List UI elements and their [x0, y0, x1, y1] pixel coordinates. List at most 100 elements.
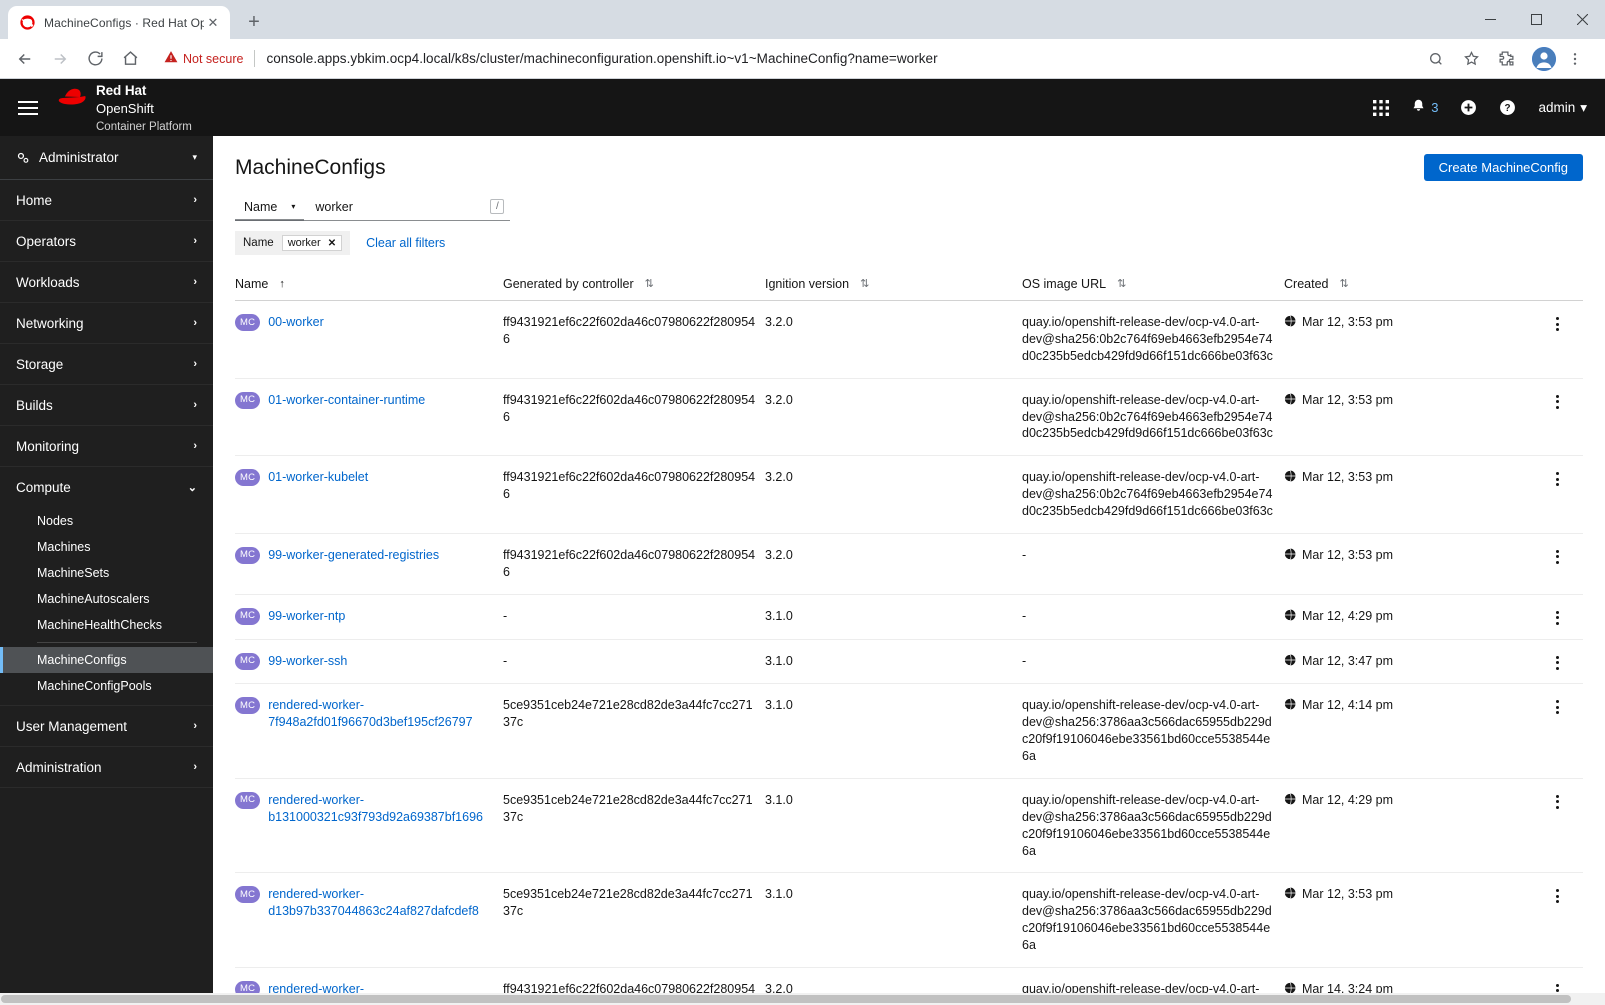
row-kebab-menu-icon[interactable] — [1539, 697, 1575, 715]
new-tab-button[interactable]: + — [240, 8, 268, 36]
sidebar-item-machinesets[interactable]: MachineSets — [0, 560, 213, 586]
sort-icon: ⇅ — [1117, 277, 1127, 290]
sidebar-item-label: Operators — [16, 233, 77, 249]
close-icon[interactable]: ✕ — [328, 238, 336, 249]
row-kebab-menu-icon[interactable] — [1539, 392, 1575, 409]
column-header-generated-by-controller[interactable]: Generated by controller ⇅ — [503, 269, 765, 301]
column-header-os-image-url[interactable]: OS image URL ⇅ — [1022, 269, 1284, 301]
page-body: Administrator ▾ Home › Operators › Workl… — [0, 136, 1605, 993]
maximize-window-button[interactable] — [1513, 3, 1559, 37]
sidebar-item-label: Networking — [16, 315, 84, 331]
globe-icon — [1284, 887, 1296, 904]
back-arrow-icon[interactable] — [10, 44, 40, 74]
search-input-wrapper[interactable]: / — [304, 193, 511, 221]
cell-os-image-url: - — [1022, 533, 1284, 595]
sidebar-item-machines[interactable]: Machines — [0, 534, 213, 560]
plus-circle-icon[interactable] — [1460, 99, 1477, 116]
sidebar-item-builds[interactable]: Builds › — [0, 385, 213, 426]
address-bar[interactable]: Not secure console.apps.ybkim.ocp4.local… — [156, 44, 1417, 73]
column-header-ignition-version[interactable]: Ignition version ⇅ — [765, 269, 1022, 301]
question-circle-icon[interactable]: ? — [1499, 99, 1516, 116]
cell-os-image-url: quay.io/openshift-release-dev/ocp-v4.0-a… — [1022, 778, 1284, 874]
machineconfig-link[interactable]: rendered-worker-b131000321c93f793d92a693… — [268, 792, 495, 826]
not-secure-indicator[interactable]: Not secure — [156, 50, 243, 67]
nav-toggle-button[interactable] — [0, 100, 56, 115]
machineconfig-link[interactable]: 01-worker-container-runtime — [268, 392, 425, 409]
sidebar-item-storage[interactable]: Storage › — [0, 344, 213, 385]
globe-icon — [1284, 793, 1296, 810]
filter-attribute-select[interactable]: Name ▾ — [235, 193, 305, 221]
row-kebab-menu-icon[interactable] — [1539, 547, 1575, 564]
sidebar-item-user-management[interactable]: User Management › — [0, 706, 213, 747]
sidebar-item-operators[interactable]: Operators › — [0, 221, 213, 262]
row-kebab-menu-icon[interactable] — [1539, 792, 1575, 809]
row-kebab-menu-icon[interactable] — [1539, 314, 1575, 331]
extensions-puzzle-icon[interactable] — [1491, 44, 1521, 74]
sidebar-item-machineconfigs[interactable]: MachineConfigs — [0, 647, 213, 673]
globe-icon — [1284, 653, 1296, 671]
notifications-button[interactable]: 3 — [1411, 98, 1438, 117]
grid-apps-icon[interactable] — [1373, 99, 1390, 116]
sidebar-item-machineconfigpools[interactable]: MachineConfigPools — [0, 673, 213, 699]
sidebar-item-compute[interactable]: Compute ⌄ — [0, 467, 213, 508]
sidebar-item-home[interactable]: Home › — [0, 180, 213, 221]
filter-attribute-label: Name — [244, 199, 278, 214]
column-header-actions — [1539, 269, 1583, 301]
close-window-button[interactable] — [1559, 3, 1605, 37]
sidebar-item-label: Administration — [16, 759, 102, 775]
cell-name: MC 01-worker-kubelet — [235, 455, 503, 534]
cell-os-image-url: quay.io/openshift-release-dev/ocp-v4.0-a… — [1022, 872, 1284, 968]
sidebar-subitem-label: Machines — [37, 540, 91, 554]
user-menu-label: admin — [1538, 100, 1576, 115]
sidebar-divider — [37, 642, 197, 643]
machineconfig-link[interactable]: 01-worker-kubelet — [268, 469, 368, 486]
create-machineconfig-button[interactable]: Create MachineConfig — [1423, 154, 1583, 181]
column-header-created[interactable]: Created ⇅ — [1284, 269, 1539, 301]
sidebar-item-monitoring[interactable]: Monitoring › — [0, 426, 213, 467]
cell-actions — [1539, 683, 1583, 779]
sidebar-item-networking[interactable]: Networking › — [0, 303, 213, 344]
cell-created: Mar 12, 3:53 pm — [1284, 300, 1539, 379]
bookmark-star-icon[interactable] — [1456, 44, 1486, 74]
search-icon[interactable] — [1421, 44, 1451, 74]
filter-chip-label: worker — [287, 237, 321, 249]
sidebar-item-machinehealthchecks[interactable]: MachineHealthChecks — [0, 612, 213, 638]
cell-created: Mar 12, 3:53 pm — [1284, 533, 1539, 595]
sidebar-item-administration[interactable]: Administration › — [0, 747, 213, 788]
column-header-name[interactable]: Name ↑ — [235, 269, 503, 301]
forward-arrow-icon[interactable] — [45, 44, 75, 74]
user-menu-button[interactable]: admin ▾ — [1538, 100, 1587, 116]
column-header-label: Name — [235, 277, 269, 291]
row-kebab-menu-icon[interactable] — [1539, 653, 1575, 670]
row-kebab-menu-icon[interactable] — [1539, 981, 1575, 993]
row-kebab-menu-icon[interactable] — [1539, 469, 1575, 487]
filter-chip[interactable]: worker ✕ — [281, 235, 343, 251]
horizontal-scrollbar[interactable] — [0, 993, 1605, 1005]
machineconfig-link[interactable]: 99-worker-ntp — [268, 608, 345, 625]
home-icon[interactable] — [115, 44, 145, 74]
clear-all-filters-link[interactable]: Clear all filters — [366, 236, 445, 250]
perspective-switcher[interactable]: Administrator ▾ — [0, 136, 213, 180]
reload-icon[interactable] — [80, 44, 110, 74]
profile-avatar[interactable] — [1532, 46, 1556, 71]
minimize-window-button[interactable] — [1467, 3, 1513, 37]
machineconfig-link[interactable]: 00-worker — [268, 314, 324, 331]
sidebar-item-machineautoscalers[interactable]: MachineAutoscalers — [0, 586, 213, 612]
browser-menu-icon[interactable] — [1560, 44, 1590, 74]
close-tab-icon[interactable]: ✕ — [204, 14, 222, 32]
machineconfig-link[interactable]: rendered-worker-7f948a2fd01f96670d3bef19… — [268, 697, 495, 731]
chevron-right-icon: › — [193, 194, 197, 206]
page-title: MachineConfigs — [235, 155, 386, 179]
search-input[interactable] — [313, 198, 491, 215]
row-kebab-menu-icon[interactable] — [1539, 608, 1575, 625]
scrollbar-thumb[interactable] — [1, 995, 1571, 1003]
sidebar-item-workloads[interactable]: Workloads › — [0, 262, 213, 303]
machineconfig-link[interactable]: 99-worker-generated-registries — [268, 547, 439, 564]
browser-tab[interactable]: MachineConfigs · Red Hat OpenShift Conta… — [8, 6, 230, 39]
row-kebab-menu-icon[interactable] — [1539, 886, 1575, 904]
brand-logo[interactable]: Red Hat OpenShift Container Platform — [56, 80, 192, 136]
machineconfig-link[interactable]: rendered-worker-f8e5e713d12b78a3b677cd54… — [268, 981, 495, 993]
machineconfig-link[interactable]: rendered-worker-d13b97b337044863c24af827… — [268, 886, 495, 920]
machineconfig-link[interactable]: 99-worker-ssh — [268, 653, 347, 670]
sidebar-item-nodes[interactable]: Nodes — [0, 508, 213, 534]
